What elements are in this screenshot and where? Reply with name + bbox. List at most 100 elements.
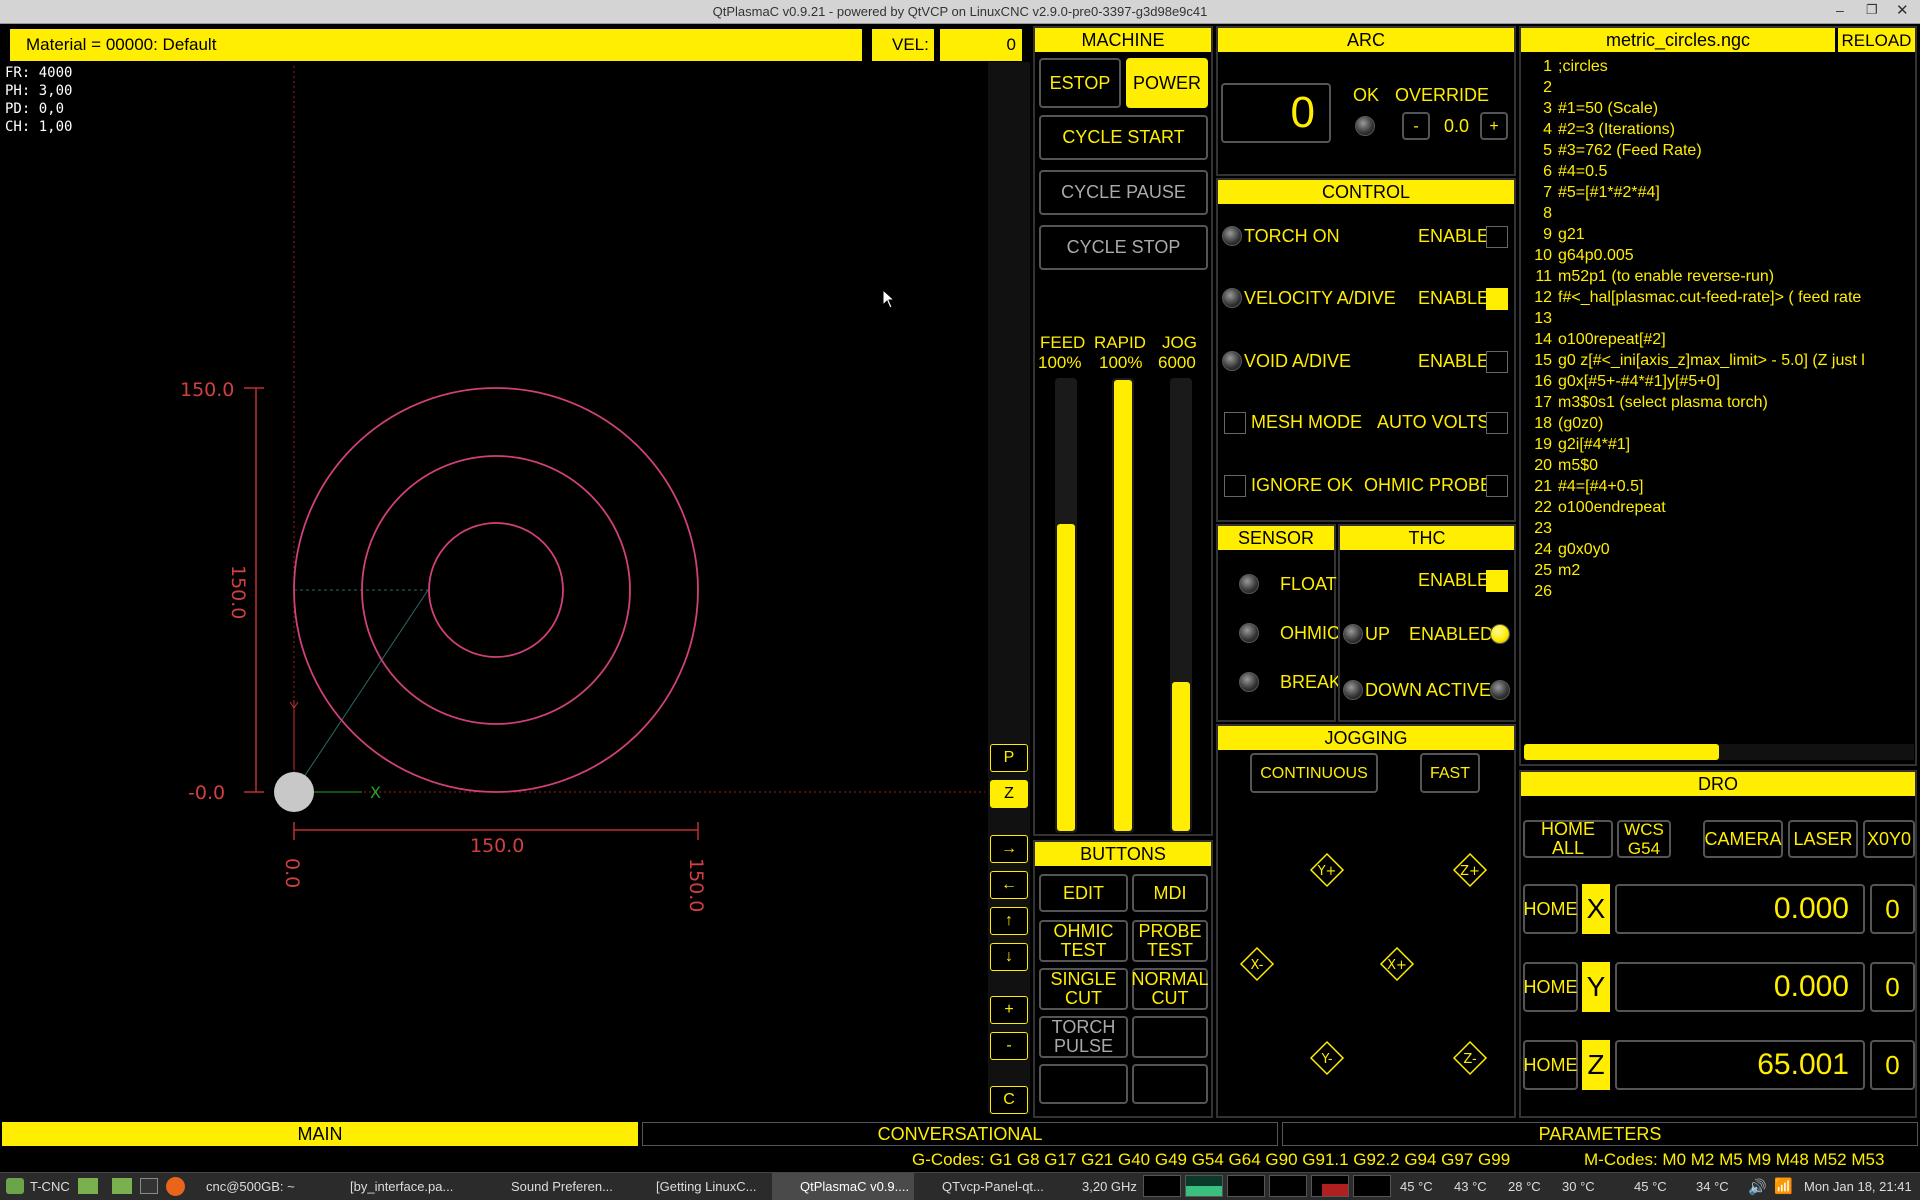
gcode-line[interactable]: 3 #1=50 (Scale) xyxy=(1522,98,1914,119)
tab-main[interactable]: MAIN xyxy=(2,1122,638,1146)
jog-x-plus-button[interactable]: X+ xyxy=(1379,946,1415,982)
auto-volts-checkbox[interactable] xyxy=(1486,412,1508,434)
y-offset-button[interactable]: 0 xyxy=(1870,962,1915,1012)
jog-z-plus-button[interactable]: Z+ xyxy=(1452,852,1488,888)
gcode-line[interactable]: 4 #2=3 (Iterations) xyxy=(1522,119,1914,140)
taskbar-item-getting-linuxcnc[interactable]: [Getting LinuxC... xyxy=(656,1174,766,1198)
taskbar-item-qtplasmac[interactable]: QtPlasmaC v0.9.... xyxy=(800,1174,912,1198)
gcode-line[interactable]: 10 g64p0.005 xyxy=(1522,245,1914,266)
close-icon[interactable]: ✕ xyxy=(1896,1,1909,19)
mesh-mode-checkbox[interactable] xyxy=(1224,412,1246,434)
preview-pan-left-button[interactable]: ← xyxy=(990,871,1028,899)
taskbar-item-sound-preferences[interactable]: Sound Preferen... xyxy=(511,1174,633,1198)
home-y-button[interactable]: HOME xyxy=(1523,962,1578,1012)
taskbar-item-terminal[interactable]: cnc@500GB: ~ xyxy=(206,1174,336,1198)
ohmic-probe-checkbox[interactable] xyxy=(1486,475,1508,497)
volume-icon[interactable]: 🔊 xyxy=(1748,1178,1767,1196)
user-button-6[interactable] xyxy=(1132,1016,1208,1058)
z-offset-button[interactable]: 0 xyxy=(1870,1040,1915,1090)
reload-button[interactable]: RELOAD xyxy=(1838,28,1915,52)
jog-continuous-button[interactable]: CONTINUOUS xyxy=(1250,753,1378,793)
arc-override-plus-button[interactable]: + xyxy=(1480,112,1508,140)
maximize-icon[interactable]: ❐ xyxy=(1866,2,1878,18)
gcode-line[interactable]: 26 xyxy=(1522,581,1914,602)
normal-cut-button[interactable]: NORMAL CUT xyxy=(1132,968,1209,1010)
start-menu-label[interactable]: T-CNC xyxy=(30,1174,74,1198)
start-menu-icon[interactable] xyxy=(6,1178,24,1194)
cycle-pause-button[interactable]: CYCLE PAUSE xyxy=(1039,170,1208,215)
torch-pulse-button[interactable]: TORCH PULSE xyxy=(1039,1016,1128,1058)
user-button-7[interactable] xyxy=(1039,1064,1128,1104)
gcode-line[interactable]: 17 m3$0s1 (select plasma torch) xyxy=(1522,392,1914,413)
gcode-line[interactable]: 23 xyxy=(1522,518,1914,539)
rapid-override-slider[interactable] xyxy=(1112,378,1134,833)
jog-y-plus-button[interactable]: Y+ xyxy=(1309,852,1345,888)
gcode-line[interactable]: 21 #4=[#4+0.5] xyxy=(1522,476,1914,497)
gcode-line[interactable]: 16 g0x[#5+-#4*#1]y[#5+0] xyxy=(1522,371,1914,392)
tab-conversational[interactable]: CONVERSATIONAL xyxy=(642,1122,1278,1146)
preview-zoom-in-button[interactable]: + xyxy=(990,996,1028,1024)
minimize-icon[interactable]: – xyxy=(1836,2,1844,18)
home-all-button[interactable]: HOME ALL xyxy=(1523,820,1613,858)
wcs-button[interactable]: WCS G54 xyxy=(1617,820,1671,858)
velocity-enable-checkbox[interactable] xyxy=(1486,288,1508,310)
show-desktop-icon[interactable] xyxy=(78,1178,98,1194)
preview-clear-button[interactable]: C xyxy=(990,1086,1028,1114)
gcode-line[interactable]: 19 g2i[#4*#1] xyxy=(1522,434,1914,455)
torch-enable-checkbox[interactable] xyxy=(1486,226,1508,248)
gcode-line[interactable]: 9 g21 xyxy=(1522,224,1914,245)
gcode-line[interactable]: 20 m5$0 xyxy=(1522,455,1914,476)
x-offset-button[interactable]: 0 xyxy=(1870,884,1915,934)
gcode-listing[interactable]: 1 ;circles 2 3 #1=50 (Scale) 4 #2=3 (Iteration… xyxy=(1522,56,1914,608)
firefox-icon[interactable] xyxy=(166,1177,185,1196)
preview-z-view-button[interactable]: Z xyxy=(990,780,1028,808)
ohmic-test-button[interactable]: OHMIC TEST xyxy=(1039,920,1128,962)
toolpath-preview[interactable]: X 150.0 -0.0 150.0 150.0 0.0 150.0 xyxy=(0,62,988,1112)
edit-button[interactable]: EDIT xyxy=(1039,874,1128,912)
preview-pan-up-button[interactable]: ↑ xyxy=(990,907,1028,935)
feed-override-slider[interactable] xyxy=(1055,378,1077,833)
preview-pan-down-button[interactable]: ↓ xyxy=(990,943,1028,971)
gcode-line[interactable]: 2 xyxy=(1522,77,1914,98)
home-z-button[interactable]: HOME xyxy=(1523,1040,1578,1090)
gcode-line[interactable]: 24 g0x0y0 xyxy=(1522,539,1914,560)
gcode-line[interactable]: 8 xyxy=(1522,203,1914,224)
cycle-stop-button[interactable]: CYCLE STOP xyxy=(1039,225,1208,270)
arc-override-minus-button[interactable]: - xyxy=(1402,112,1430,140)
tab-parameters[interactable]: PARAMETERS xyxy=(1282,1122,1918,1146)
jog-x-minus-button[interactable]: X- xyxy=(1239,946,1275,982)
gcode-line[interactable]: 11 m52p1 (to enable reverse-run) xyxy=(1522,266,1914,287)
gcode-line[interactable]: 5 #3=762 (Feed Rate) xyxy=(1522,140,1914,161)
gcode-line[interactable]: 7 #5=[#1*#2*#4] xyxy=(1522,182,1914,203)
preview-zoom-out-button[interactable]: - xyxy=(990,1032,1028,1060)
jog-y-minus-button[interactable]: Y- xyxy=(1309,1040,1345,1076)
jog-fast-button[interactable]: FAST xyxy=(1420,753,1480,793)
thc-enable-checkbox[interactable] xyxy=(1486,570,1508,592)
mdi-button[interactable]: MDI xyxy=(1132,874,1208,912)
user-button-8[interactable] xyxy=(1132,1064,1208,1104)
taskbar-item-by-interface[interactable]: [by_interface.pa... xyxy=(350,1174,490,1198)
gcode-line[interactable]: 12 f#<_hal[plasmac.cut-feed-rate]> ( feed… xyxy=(1522,287,1914,308)
power-button[interactable]: POWER xyxy=(1126,58,1208,108)
estop-button[interactable]: ESTOP xyxy=(1039,58,1121,108)
home-x-button[interactable]: HOME xyxy=(1523,884,1578,934)
gcode-line[interactable]: 15 g0 z[#<_ini[axis_z]max_limit> - 5.0] (… xyxy=(1522,350,1914,371)
cycle-start-button[interactable]: CYCLE START xyxy=(1039,115,1208,160)
camera-button[interactable]: CAMERA xyxy=(1703,820,1783,858)
laser-button[interactable]: LASER xyxy=(1788,820,1858,858)
gcode-line[interactable]: 25 m2 xyxy=(1522,560,1914,581)
gcode-line[interactable]: 22 o100endrepeat xyxy=(1522,497,1914,518)
gcode-line[interactable]: 13 xyxy=(1522,308,1914,329)
terminal-icon[interactable] xyxy=(140,1178,158,1194)
gcode-line[interactable]: 18 (g0z0) xyxy=(1522,413,1914,434)
taskbar-item-qtvcp-panel[interactable]: QTvcp-Panel-qt... xyxy=(942,1174,1050,1198)
file-manager-icon[interactable] xyxy=(112,1178,132,1194)
preview-perspective-button[interactable]: P xyxy=(990,744,1028,772)
jog-speed-slider[interactable] xyxy=(1170,378,1192,833)
single-cut-button[interactable]: SINGLE CUT xyxy=(1039,968,1128,1010)
ignore-ok-checkbox[interactable] xyxy=(1224,475,1246,497)
gcode-line[interactable]: 1 ;circles xyxy=(1522,56,1914,77)
probe-test-button[interactable]: PROBE TEST xyxy=(1132,920,1208,962)
void-enable-checkbox[interactable] xyxy=(1486,351,1508,373)
wifi-icon[interactable]: 📶 xyxy=(1774,1177,1793,1195)
